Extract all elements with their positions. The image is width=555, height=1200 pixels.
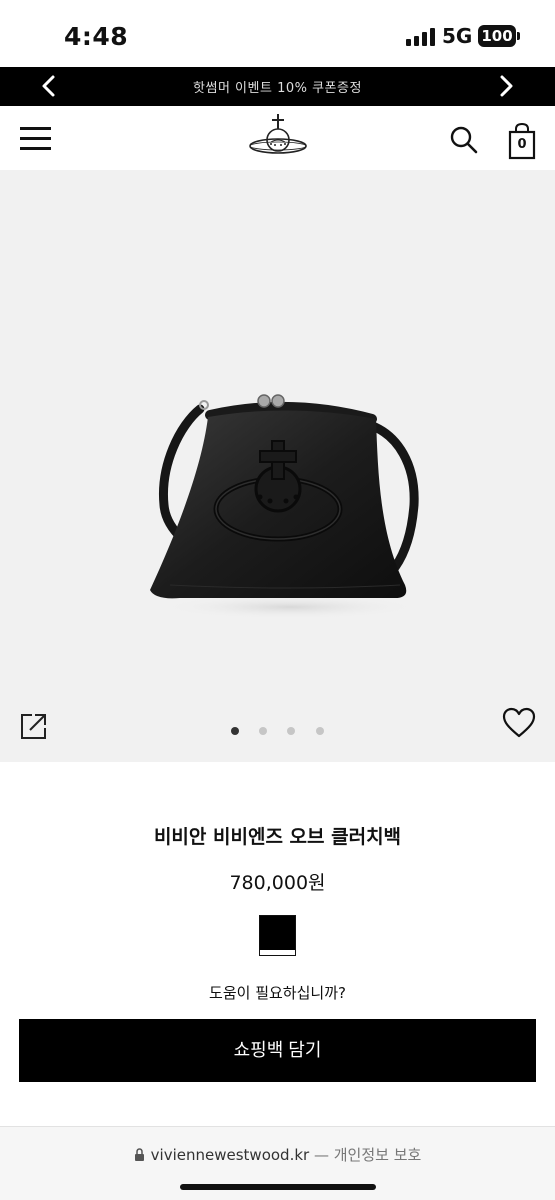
status-bar: 4:48 5G 100 xyxy=(0,0,555,68)
gallery-dot[interactable] xyxy=(231,727,239,735)
heart-icon[interactable] xyxy=(502,707,536,739)
battery-icon: 100 xyxy=(478,25,520,47)
product-page: 4:48 5G 100 핫썸머 이벤트 10% 쿠폰증정 0 비비안 비비엔즈 … xyxy=(0,0,555,1200)
url-separator: — xyxy=(309,1146,334,1164)
color-swatch-fill xyxy=(260,916,295,950)
shopping-bag-icon[interactable]: 0 xyxy=(508,122,536,160)
gallery-dot[interactable] xyxy=(259,727,267,735)
add-to-bag-button[interactable]: 쇼핑백 담기 xyxy=(19,1019,536,1082)
url-domain: viviennewestwood.kr xyxy=(150,1146,310,1164)
promo-banner[interactable]: 핫썸머 이벤트 10% 쿠폰증정 xyxy=(0,67,555,106)
browser-url-bar[interactable]: viviennewestwood.kr — 개인정보 보호 xyxy=(0,1126,555,1200)
network-type: 5G xyxy=(442,24,473,48)
lock-icon xyxy=(134,1148,144,1161)
product-name: 비비안 비비엔즈 오브 클러치백 xyxy=(153,826,402,848)
gallery-dot[interactable] xyxy=(287,727,295,735)
promo-text[interactable]: 핫썸머 이벤트 10% 쿠폰증정 xyxy=(0,77,555,96)
product-gallery[interactable] xyxy=(0,170,555,762)
site-header: 0 xyxy=(0,106,555,170)
color-swatch[interactable] xyxy=(259,915,296,956)
cellular-signal-icon xyxy=(406,28,436,46)
search-icon[interactable] xyxy=(450,126,478,154)
chevron-right-icon[interactable] xyxy=(492,73,518,99)
product-image[interactable] xyxy=(140,385,430,625)
status-time: 4:48 xyxy=(64,22,129,51)
home-indicator[interactable] xyxy=(180,1184,376,1190)
orb-logo-icon[interactable] xyxy=(247,112,309,162)
gallery-dot[interactable] xyxy=(316,727,324,735)
gallery-pagination[interactable] xyxy=(225,727,335,737)
product-price: 780,000원 xyxy=(229,872,326,894)
share-icon[interactable] xyxy=(18,710,50,742)
bag-count: 0 xyxy=(517,137,527,152)
url-display[interactable]: viviennewestwood.kr — 개인정보 보호 xyxy=(0,1144,555,1165)
help-link[interactable]: 도움이 필요하십니까? xyxy=(0,982,555,1003)
privacy-label: 개인정보 보호 xyxy=(333,1146,422,1164)
hamburger-menu-icon[interactable] xyxy=(20,124,52,152)
